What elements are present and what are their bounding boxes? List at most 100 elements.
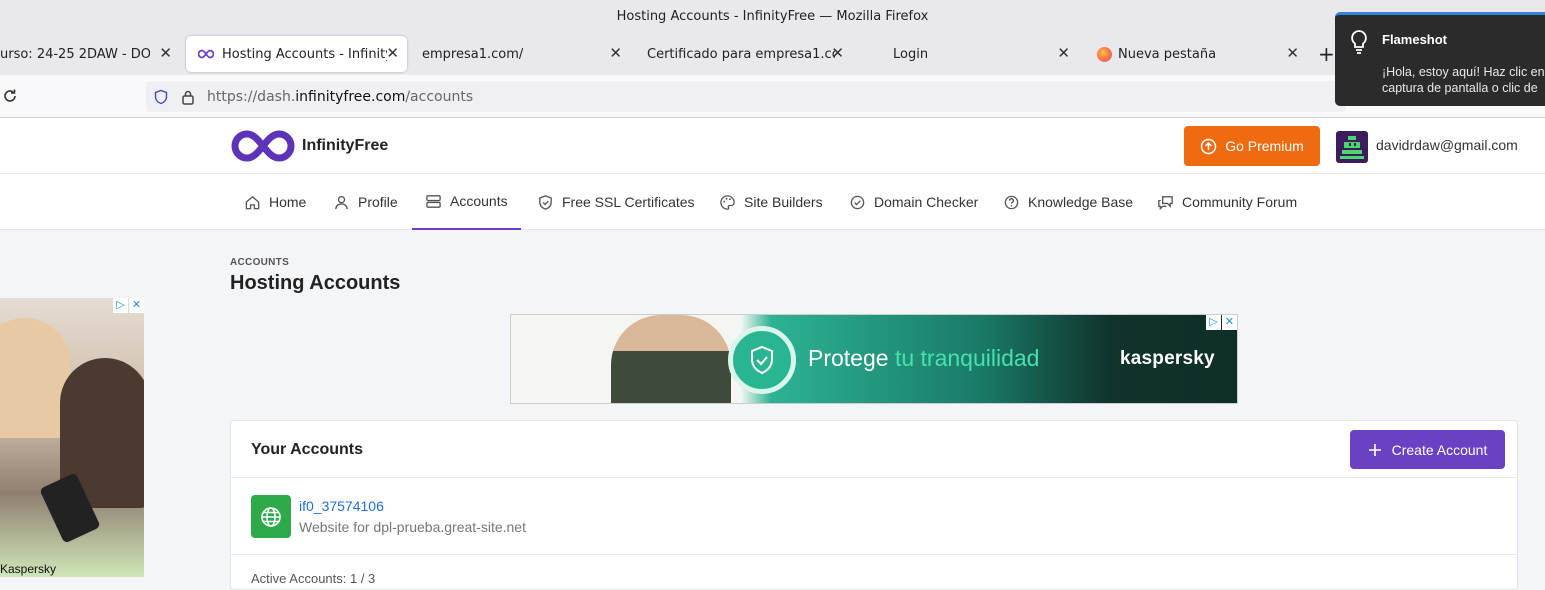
- url-prefix: https://dash.: [207, 88, 296, 105]
- nav-label: Profile: [358, 194, 398, 210]
- nav-home[interactable]: Home: [244, 174, 306, 230]
- check-circle-icon: [850, 195, 865, 209]
- banner-headline: Protege tu tranquilidad: [808, 345, 1039, 372]
- create-account-button[interactable]: Create Account: [1350, 430, 1505, 469]
- tab-label: Login: [893, 46, 929, 62]
- user-email[interactable]: davidrdaw@gmail.com: [1376, 137, 1518, 153]
- nav-label: Knowledge Base: [1028, 194, 1134, 210]
- window-title: Hosting Accounts - InfinityFree — Mozill…: [0, 0, 1545, 33]
- banner-brand: kaspersky: [1120, 348, 1215, 369]
- ad-controls: ▷ ✕: [1206, 315, 1237, 330]
- globe-icon: [251, 495, 291, 538]
- reload-icon[interactable]: [2, 88, 18, 104]
- main-nav: Home Profile Accounts Free SSL Certifica…: [0, 174, 1545, 230]
- infinityfree-logo[interactable]: InfinityFree: [230, 128, 388, 164]
- nav-label: Free SSL Certificates: [562, 194, 695, 210]
- nav-profile[interactable]: Profile: [333, 174, 398, 230]
- tab-course[interactable]: urso: 24-25 2DAW - DOR | ✕: [0, 36, 180, 72]
- tab-empresa1[interactable]: empresa1.com/ ✕: [422, 36, 630, 72]
- site-header: InfinityFree Go Premium davidrdaw@gmail.…: [0, 118, 1545, 174]
- tab-certificado[interactable]: Certificado para empresa1.com ✕: [647, 36, 852, 72]
- nav-label: Domain Checker: [874, 194, 979, 210]
- breadcrumb: ACCOUNTS: [230, 257, 290, 268]
- lightbulb-icon: [1351, 30, 1367, 54]
- side-advertisement[interactable]: ▷ ✕ Kaspersky: [0, 298, 144, 577]
- close-icon[interactable]: ✕: [159, 44, 172, 62]
- close-icon[interactable]: ✕: [386, 44, 399, 62]
- lock-icon[interactable]: [181, 89, 195, 105]
- tab-label: Hosting Accounts - InfinityF: [222, 46, 387, 62]
- close-icon[interactable]: ✕: [1057, 44, 1070, 62]
- adchoices-icon[interactable]: ▷: [113, 298, 128, 313]
- url-domain: infinityfree.com: [295, 88, 406, 105]
- home-icon: [245, 195, 260, 209]
- nav-community-forum[interactable]: Community Forum: [1157, 174, 1297, 230]
- close-icon[interactable]: ✕: [1286, 44, 1299, 62]
- tracking-shield-icon[interactable]: [153, 89, 169, 105]
- url-text: https://dash.infinityfree.com/accounts: [207, 89, 473, 105]
- nav-site-builders[interactable]: Site Builders: [719, 174, 823, 230]
- tab-login[interactable]: Login ✕: [893, 36, 1078, 72]
- navigation-toolbar: https://dash.infinityfree.com/accounts: [0, 75, 1545, 118]
- url-field[interactable]: https://dash.infinityfree.com/accounts: [146, 81, 1346, 112]
- tab-label: Certificado para empresa1.com: [647, 46, 835, 62]
- ad-brand: Kaspersky: [0, 562, 57, 576]
- chat-icon: [1158, 195, 1173, 210]
- logo-text: InfinityFree: [302, 137, 389, 154]
- tab-new[interactable]: Nueva pestaña ✕: [1097, 36, 1307, 72]
- ad-photo: [611, 315, 731, 403]
- accounts-card: Your Accounts Create Account if0_3757410…: [230, 420, 1518, 590]
- nav-label: Accounts: [450, 193, 508, 209]
- notification-body: ¡Hola, estoy aquí! Haz clic en captura d…: [1382, 64, 1545, 96]
- close-icon[interactable]: ✕: [831, 44, 844, 62]
- arrow-up-circle-icon: [1200, 138, 1217, 154]
- card-title: Your Accounts: [251, 441, 364, 458]
- infinity-icon: [198, 49, 214, 59]
- go-premium-label: Go Premium: [1225, 138, 1304, 154]
- go-premium-button[interactable]: Go Premium: [1184, 126, 1320, 166]
- nav-label: Home: [269, 194, 307, 210]
- nav-domain-checker[interactable]: Domain Checker: [849, 174, 978, 230]
- question-icon: [1004, 195, 1019, 209]
- shield-check-icon: [728, 326, 796, 394]
- close-icon[interactable]: ✕: [609, 44, 622, 62]
- active-accounts-count: Active Accounts: 1 / 3: [251, 571, 376, 586]
- account-row[interactable]: if0_37574106 Website for dpl-prueba.grea…: [231, 478, 1517, 555]
- tab-label: Nueva pestaña: [1118, 46, 1217, 62]
- identicon-icon: [1340, 136, 1364, 159]
- server-icon: [426, 194, 441, 208]
- notification-title: Flameshot: [1382, 32, 1448, 47]
- firefox-icon: [1097, 46, 1112, 62]
- plus-icon: [1368, 443, 1381, 456]
- banner-advertisement[interactable]: Protege tu tranquilidad kaspersky ▷ ✕: [510, 314, 1238, 404]
- url-path: /accounts: [405, 88, 474, 105]
- banner-text-1: Protege: [808, 345, 895, 371]
- tab-label: empresa1.com/: [422, 46, 524, 62]
- tab-strip: urso: 24-25 2DAW - DOR | ✕ Hosting Accou…: [0, 33, 1545, 75]
- ad-close-icon[interactable]: ✕: [129, 298, 144, 313]
- page-title: Hosting Accounts: [230, 272, 401, 294]
- ad-close-icon[interactable]: ✕: [1222, 315, 1237, 330]
- card-header: Your Accounts Create Account: [231, 421, 1517, 478]
- flameshot-notification[interactable]: Flameshot ¡Hola, estoy aquí! Haz clic en…: [1335, 12, 1545, 106]
- avatar[interactable]: [1336, 131, 1368, 163]
- notification-line: captura de pantalla o clic de: [1382, 81, 1538, 95]
- adchoices-icon[interactable]: ▷: [1206, 315, 1221, 330]
- nav-accounts[interactable]: Accounts: [412, 174, 521, 230]
- user-icon: [335, 195, 348, 209]
- palette-icon: [720, 194, 735, 210]
- shield-icon: [539, 194, 552, 210]
- nav-label: Site Builders: [744, 194, 823, 210]
- nav-knowledge-base[interactable]: Knowledge Base: [1003, 174, 1133, 230]
- account-description: Website for dpl-prueba.great-site.net: [299, 519, 526, 535]
- nav-label: Community Forum: [1182, 194, 1298, 210]
- tab-hosting-accounts[interactable]: Hosting Accounts - InfinityF ✕: [186, 36, 407, 72]
- infinity-logo-icon: [231, 130, 295, 162]
- banner-text-2: tu tranquilidad: [894, 345, 1040, 371]
- account-id-link[interactable]: if0_37574106: [299, 498, 384, 514]
- tab-label: urso: 24-25 2DAW - DOR |: [0, 46, 150, 62]
- nav-free-ssl[interactable]: Free SSL Certificates: [537, 174, 695, 230]
- create-account-label: Create Account: [1391, 441, 1488, 458]
- ad-controls: ▷ ✕: [113, 298, 144, 313]
- notification-line: ¡Hola, estoy aquí! Haz clic en: [1382, 65, 1545, 79]
